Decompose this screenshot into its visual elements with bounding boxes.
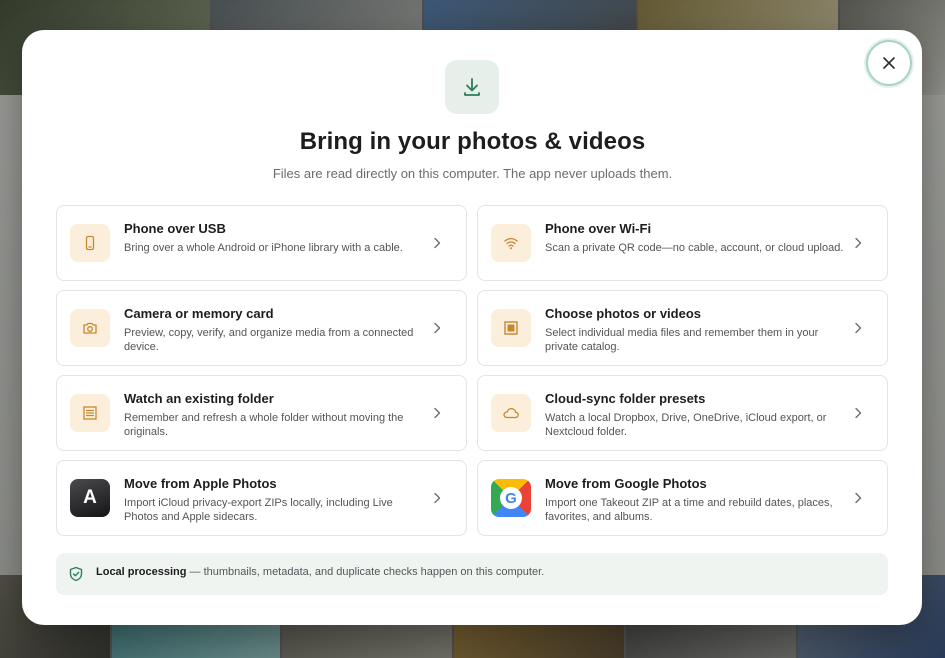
option-title: Move from Google Photos — [545, 476, 707, 491]
chevron-right-icon — [855, 407, 862, 419]
chevron-right-icon — [434, 407, 441, 419]
option-description: Preview, copy, verify, and organize medi… — [124, 327, 414, 353]
footer-text: Local processing — thumbnails, metadata,… — [96, 566, 544, 578]
option-title: Phone over USB — [124, 221, 226, 236]
import-option-cloud[interactable]: Cloud-sync folder presets Watch a local D… — [477, 375, 888, 451]
option-description: Import iCloud privacy-export ZIPs locall… — [124, 497, 393, 523]
import-option-apple-photos[interactable]: A Move from Apple Photos Import iCloud pri… — [56, 460, 467, 536]
dialog-subtitle: Files are read directly on this computer… — [272, 166, 673, 181]
option-description: Select individual media files and rememb… — [545, 327, 819, 353]
cloud-icon — [491, 394, 531, 432]
chevron-right-icon — [434, 492, 441, 504]
import-option-wifi[interactable]: Phone over Wi-Fi Scan a private QR code—n… — [477, 205, 888, 281]
dialog-title: Bring in your photos & videos — [299, 128, 646, 155]
option-description: Watch a local Dropbox, Drive, OneDrive, … — [545, 412, 827, 438]
wifi-icon — [491, 224, 531, 262]
chevron-right-icon — [434, 237, 441, 249]
option-title: Watch an existing folder — [124, 391, 274, 406]
chevron-right-icon — [855, 322, 862, 334]
local-processing-banner: Local processing — thumbnails, metadata,… — [56, 553, 888, 595]
shield-check-icon — [69, 566, 83, 582]
chevron-right-icon — [855, 237, 862, 249]
import-option-photo-frame[interactable]: Choose photos or videos Select individual… — [477, 290, 888, 366]
option-description: Bring over a whole Android or iPhone lib… — [124, 242, 403, 254]
import-option-phone[interactable]: Phone over USB Bring over a whole Android… — [56, 205, 467, 281]
option-description: Scan a private QR code—no cable, account… — [545, 242, 844, 254]
import-option-camera[interactable]: Camera or memory card Preview, copy, veri… — [56, 290, 467, 366]
close-button[interactable] — [866, 40, 912, 86]
chevron-right-icon — [855, 492, 862, 504]
download-icon — [464, 78, 480, 96]
footer-description: — thumbnails, metadata, and duplicate ch… — [186, 566, 545, 578]
import-option-folder-list[interactable]: Watch an existing folder Remember and ref… — [56, 375, 467, 451]
google-photos-icon: G — [491, 479, 531, 517]
footer-bold-label: Local processing — [96, 566, 187, 578]
chevron-right-icon — [434, 322, 441, 334]
apple-photos-icon: A — [70, 479, 110, 517]
close-icon — [883, 57, 895, 69]
photo-frame-icon — [491, 309, 531, 347]
option-title: Move from Apple Photos — [124, 476, 277, 491]
option-title: Cloud-sync folder presets — [545, 391, 706, 406]
option-title: Camera or memory card — [124, 306, 274, 321]
camera-icon — [70, 309, 110, 347]
option-description: Remember and refresh a whole folder with… — [124, 412, 404, 438]
download-icon-tile — [445, 60, 499, 114]
option-title: Choose photos or videos — [545, 306, 702, 321]
folder-list-icon — [70, 394, 110, 432]
phone-icon — [70, 224, 110, 262]
import-option-google-photos[interactable]: G Move from Google Photos Import one Takeo… — [477, 460, 888, 536]
option-description: Import one Takeout ZIP at a time and reb… — [545, 497, 833, 523]
option-title: Phone over Wi-Fi — [545, 221, 652, 236]
